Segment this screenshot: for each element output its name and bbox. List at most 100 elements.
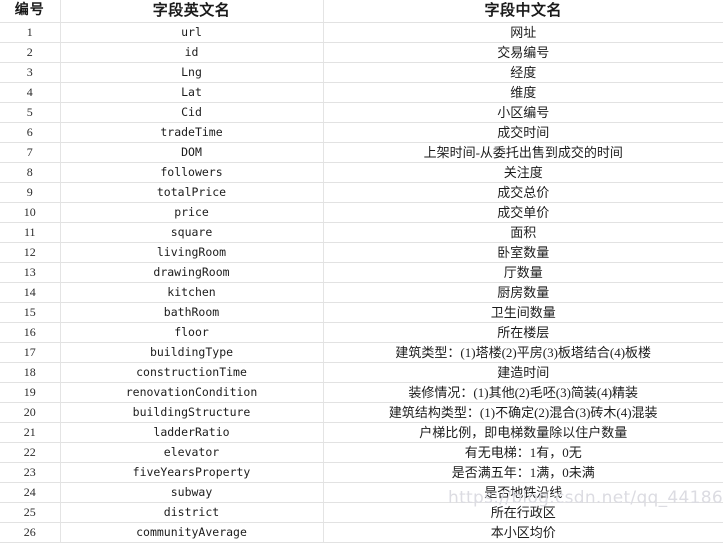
cell-chinese-name: 成交时间 — [322, 122, 723, 143]
cell-english-name: subway — [59, 482, 324, 503]
table-row: 10 price 成交单价 — [0, 202, 723, 223]
cell-english-name: ladderRatio — [59, 422, 324, 443]
table-header-row: 编号 字段英文名 字段中文名 — [0, 0, 723, 23]
cell-number: 23 — [0, 462, 61, 483]
cell-english-name: totalPrice — [59, 182, 324, 203]
cell-chinese-name: 卫生间数量 — [322, 302, 723, 323]
table-row: 24 subway 是否地铁沿线 — [0, 482, 723, 503]
cell-english-name: Cid — [59, 102, 324, 123]
table-body: 1 url 网址 2 id 交易编号 3 Lng 经度 4 Lat 维度 5 Cid 小区编号 6 tradeT… — [0, 22, 723, 543]
cell-chinese-name: 上架时间-从委托出售到成交的时间 — [322, 142, 723, 163]
table-row: 8 followers 关注度 — [0, 162, 723, 183]
cell-number: 19 — [0, 382, 61, 403]
cell-english-name: district — [59, 502, 324, 523]
cell-number: 13 — [0, 262, 61, 283]
cell-number: 20 — [0, 402, 61, 423]
cell-english-name: Lng — [59, 62, 324, 83]
cell-number: 3 — [0, 62, 61, 83]
cell-english-name: buildingStructure — [59, 402, 324, 423]
table-row: 21 ladderRatio 户梯比例，即电梯数量除以住户数量 — [0, 422, 723, 443]
cell-english-name: constructionTime — [59, 362, 324, 383]
cell-chinese-name: 厨房数量 — [322, 282, 723, 303]
table-row: 4 Lat 维度 — [0, 82, 723, 103]
cell-number: 12 — [0, 242, 61, 263]
cell-number: 5 — [0, 102, 61, 123]
table-row: 22 elevator 有无电梯：1有，0无 — [0, 442, 723, 463]
table-row: 6 tradeTime 成交时间 — [0, 122, 723, 143]
cell-number: 1 — [0, 22, 61, 43]
cell-number: 4 — [0, 82, 61, 103]
cell-english-name: renovationCondition — [59, 382, 324, 403]
cell-chinese-name: 是否地铁沿线 — [322, 482, 723, 503]
table-row: 1 url 网址 — [0, 22, 723, 43]
cell-english-name: bathRoom — [59, 302, 324, 323]
cell-chinese-name: 交易编号 — [322, 42, 723, 63]
cell-number: 22 — [0, 442, 61, 463]
cell-chinese-name: 本小区均价 — [322, 522, 723, 543]
cell-number: 2 — [0, 42, 61, 63]
cell-english-name: price — [59, 202, 324, 223]
table-row: 25 district 所在行政区 — [0, 502, 723, 523]
cell-number: 21 — [0, 422, 61, 443]
table-row: 20 buildingStructure 建筑结构类型：(1)不确定(2)混合(3)… — [0, 402, 723, 423]
cell-number: 9 — [0, 182, 61, 203]
table-row: 16 floor 所在楼层 — [0, 322, 723, 343]
table-row: 12 livingRoom 卧室数量 — [0, 242, 723, 263]
cell-number: 18 — [0, 362, 61, 383]
cell-number: 10 — [0, 202, 61, 223]
table-row: 7 DOM 上架时间-从委托出售到成交的时间 — [0, 142, 723, 163]
table-row: 14 kitchen 厨房数量 — [0, 282, 723, 303]
cell-number: 26 — [0, 522, 61, 543]
cell-chinese-name: 卧室数量 — [322, 242, 723, 263]
cell-chinese-name: 经度 — [322, 62, 723, 83]
cell-english-name: id — [59, 42, 324, 63]
table-row: 18 constructionTime 建造时间 — [0, 362, 723, 383]
cell-english-name: drawingRoom — [59, 262, 324, 283]
column-header-number: 编号 — [0, 0, 61, 23]
table-row: 17 buildingType 建筑类型：(1)塔楼(2)平房(3)板塔结合(4)板… — [0, 342, 723, 363]
cell-chinese-name: 所在楼层 — [322, 322, 723, 343]
cell-chinese-name: 关注度 — [322, 162, 723, 183]
table-row: 2 id 交易编号 — [0, 42, 723, 63]
cell-number: 15 — [0, 302, 61, 323]
cell-chinese-name: 小区编号 — [322, 102, 723, 123]
cell-number: 6 — [0, 122, 61, 143]
column-header-chinese-name: 字段中文名 — [322, 0, 723, 23]
cell-english-name: elevator — [59, 442, 324, 463]
table-row: 23 fiveYearsProperty 是否满五年：1满，0未满 — [0, 462, 723, 483]
cell-number: 14 — [0, 282, 61, 303]
cell-chinese-name: 建筑类型：(1)塔楼(2)平房(3)板塔结合(4)板楼 — [322, 342, 723, 363]
cell-number: 25 — [0, 502, 61, 523]
cell-english-name: DOM — [59, 142, 324, 163]
cell-number: 16 — [0, 322, 61, 343]
table-row: 9 totalPrice 成交总价 — [0, 182, 723, 203]
cell-chinese-name: 成交单价 — [322, 202, 723, 223]
cell-chinese-name: 维度 — [322, 82, 723, 103]
cell-number: 17 — [0, 342, 61, 363]
table-header: 编号 字段英文名 字段中文名 — [0, 0, 723, 23]
cell-english-name: communityAverage — [59, 522, 324, 543]
cell-chinese-name: 户梯比例，即电梯数量除以住户数量 — [322, 422, 723, 443]
cell-english-name: buildingType — [59, 342, 324, 363]
table-row: 5 Cid 小区编号 — [0, 102, 723, 123]
cell-english-name: url — [59, 22, 324, 43]
table-row: 3 Lng 经度 — [0, 62, 723, 83]
cell-number: 7 — [0, 142, 61, 163]
cell-english-name: floor — [59, 322, 324, 343]
table-row: 26 communityAverage 本小区均价 — [0, 522, 723, 543]
cell-english-name: fiveYearsProperty — [59, 462, 324, 483]
cell-number: 8 — [0, 162, 61, 183]
cell-chinese-name: 成交总价 — [322, 182, 723, 203]
cell-english-name: square — [59, 222, 324, 243]
cell-english-name: kitchen — [59, 282, 324, 303]
cell-english-name: livingRoom — [59, 242, 324, 263]
column-header-english-name: 字段英文名 — [59, 0, 324, 23]
table-row: 15 bathRoom 卫生间数量 — [0, 302, 723, 323]
cell-number: 24 — [0, 482, 61, 503]
cell-chinese-name: 所在行政区 — [322, 502, 723, 523]
cell-chinese-name: 建造时间 — [322, 362, 723, 383]
cell-chinese-name: 网址 — [322, 22, 723, 43]
cell-chinese-name: 有无电梯：1有，0无 — [322, 442, 723, 463]
table-row: 13 drawingRoom 厅数量 — [0, 262, 723, 283]
cell-number: 11 — [0, 222, 61, 243]
